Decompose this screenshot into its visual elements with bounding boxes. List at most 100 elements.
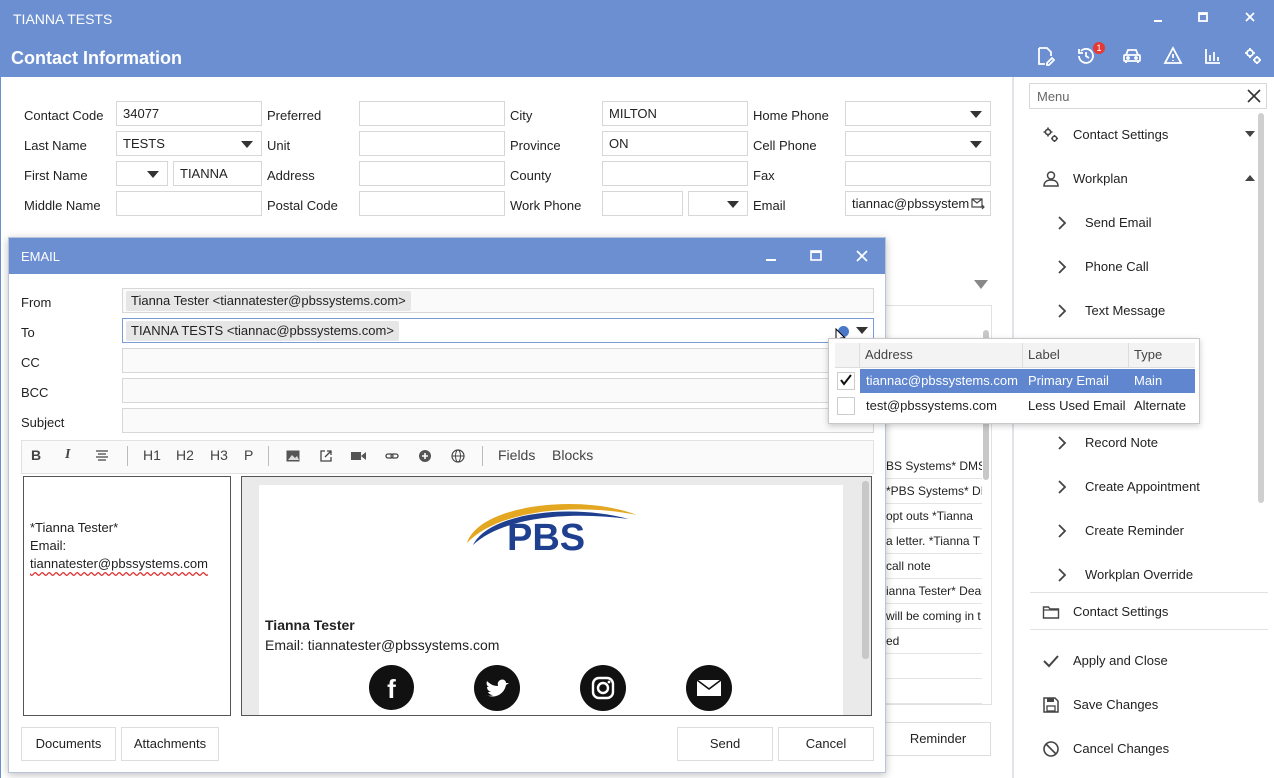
- menu-item-phone-call[interactable]: Phone Call: [1030, 252, 1255, 282]
- bold-button[interactable]: B: [31, 447, 41, 467]
- menu-scrollbar[interactable]: [1258, 113, 1264, 503]
- menu-item-send-email[interactable]: Send Email: [1030, 208, 1255, 238]
- activity-row[interactable]: will be coming in t: [886, 604, 982, 629]
- postal-code-field[interactable]: [359, 191, 505, 216]
- alerts-button[interactable]: [1163, 46, 1187, 70]
- fax-field[interactable]: [845, 161, 991, 186]
- reminder-button[interactable]: Reminder: [885, 722, 991, 756]
- add-circle-icon[interactable]: [418, 449, 432, 463]
- caret-down-icon[interactable]: [1245, 131, 1255, 137]
- unit-field[interactable]: [359, 131, 505, 156]
- activity-row[interactable]: [886, 679, 982, 704]
- dialog-minimize-icon[interactable]: [765, 250, 777, 262]
- caret-up-icon[interactable]: [1245, 175, 1255, 181]
- dialog-close-icon[interactable]: [856, 250, 868, 262]
- menu-search[interactable]: Menu: [1029, 83, 1267, 109]
- city-field[interactable]: MILTON: [602, 101, 748, 126]
- activity-row[interactable]: opt outs *Tianna: [886, 504, 982, 529]
- first-name-field[interactable]: TIANNA: [173, 161, 262, 186]
- activity-row[interactable]: ianna Tester* Deal: [886, 579, 982, 604]
- h1-button[interactable]: H1: [143, 447, 161, 467]
- menu-item-cancel-changes[interactable]: Cancel Changes: [1030, 734, 1255, 764]
- menu-item-create-reminder[interactable]: Create Reminder: [1030, 516, 1255, 546]
- home-phone-field[interactable]: [845, 101, 991, 126]
- facebook-icon[interactable]: f: [369, 665, 414, 710]
- blocks-button[interactable]: Blocks: [552, 447, 593, 467]
- image-icon[interactable]: [286, 450, 300, 462]
- menu-item-record-note[interactable]: Record Note: [1030, 428, 1255, 458]
- menu-item-create-appointment[interactable]: Create Appointment: [1030, 472, 1255, 502]
- from-field[interactable]: Tianna Tester <tiannatester@pbssystems.c…: [122, 288, 874, 313]
- to-dropdown-icon[interactable]: [855, 326, 869, 336]
- activity-row[interactable]: ed: [886, 629, 982, 654]
- link-icon[interactable]: [385, 450, 399, 462]
- activity-row[interactable]: *PBS Systems* DM: [886, 479, 982, 504]
- external-link-icon[interactable]: [319, 449, 333, 463]
- send-button[interactable]: Send: [677, 727, 773, 761]
- menu-item-contact-settings[interactable]: Contact Settings: [1030, 597, 1255, 627]
- menu-item-apply-and-close[interactable]: Apply and Close: [1030, 646, 1255, 676]
- reports-button[interactable]: [1203, 46, 1227, 70]
- send-mail-icon[interactable]: [971, 196, 985, 210]
- menu-item-workplan[interactable]: Workplan: [1030, 164, 1255, 194]
- menu-item-text-message[interactable]: Text Message: [1030, 296, 1255, 326]
- maximize-button[interactable]: [1192, 8, 1214, 30]
- globe-icon[interactable]: [451, 449, 465, 463]
- vehicle-button[interactable]: [1122, 46, 1146, 70]
- work-phone-ext-select[interactable]: [688, 191, 748, 216]
- clear-search-icon[interactable]: [1247, 89, 1261, 103]
- address-row-checkbox[interactable]: [837, 397, 855, 415]
- settings-button[interactable]: [1243, 46, 1267, 70]
- video-icon[interactable]: [351, 451, 366, 461]
- h3-button[interactable]: H3: [210, 447, 228, 467]
- paragraph-button[interactable]: P: [244, 447, 253, 467]
- bcc-field[interactable]: [122, 378, 874, 403]
- to-field[interactable]: TIANNA TESTS <tiannac@pbssystems.com>: [122, 318, 874, 346]
- edit-document-button[interactable]: [1035, 46, 1059, 70]
- subject-field[interactable]: [122, 408, 874, 433]
- align-center-icon[interactable]: [95, 450, 109, 462]
- salutation-select[interactable]: [116, 161, 168, 186]
- dialog-maximize-icon[interactable]: [810, 250, 822, 262]
- province-field[interactable]: ON: [602, 131, 748, 156]
- menu-search-input[interactable]: Menu: [1037, 89, 1070, 104]
- twitter-icon[interactable]: [474, 665, 520, 711]
- address-field[interactable]: [359, 161, 505, 186]
- email-field[interactable]: tiannac@pbssystem: [845, 191, 991, 216]
- collapse-chevron-icon[interactable]: [974, 280, 988, 290]
- menu-item-save-changes[interactable]: Save Changes: [1030, 690, 1255, 720]
- county-field[interactable]: [602, 161, 748, 186]
- activity-row[interactable]: call note: [886, 554, 982, 579]
- preferred-field[interactable]: [359, 101, 505, 126]
- address-row-cells[interactable]: tiannac@pbssystems.com Primary Email Main: [860, 369, 1195, 393]
- attachments-button[interactable]: Attachments: [121, 727, 219, 761]
- menu-item-contact-settings[interactable]: Contact Settings: [1030, 120, 1255, 150]
- activity-row[interactable]: BS Systems* DMS: [886, 454, 982, 479]
- work-phone-field[interactable]: [602, 191, 683, 216]
- activity-row[interactable]: [886, 654, 982, 679]
- address-row[interactable]: tiannac@pbssystems.com Primary Email Main: [835, 369, 1195, 394]
- minimize-button[interactable]: [1147, 8, 1169, 30]
- fields-button[interactable]: Fields: [498, 447, 535, 467]
- h2-button[interactable]: H2: [176, 447, 194, 467]
- instagram-icon[interactable]: [580, 665, 626, 711]
- cc-field[interactable]: [122, 348, 874, 373]
- source-editor[interactable]: *Tianna Tester* Email: tiannatester@pbss…: [23, 476, 231, 716]
- mail-icon[interactable]: [686, 665, 732, 711]
- minimize-icon: [1154, 20, 1162, 22]
- italic-button[interactable]: I: [65, 447, 70, 467]
- activity-row[interactable]: a letter. *Tianna T: [886, 529, 982, 554]
- preview-scrollbar[interactable]: [862, 481, 869, 659]
- address-row[interactable]: test@pbssystems.com Less Used Email Altern…: [835, 394, 1195, 419]
- close-button[interactable]: [1239, 8, 1261, 30]
- address-row-checkbox[interactable]: [837, 372, 855, 390]
- address-row-cells[interactable]: test@pbssystems.com Less Used Email Altern…: [860, 394, 1195, 418]
- middle-name-field[interactable]: [116, 191, 262, 216]
- cell-phone-field[interactable]: [845, 131, 991, 156]
- last-name-field[interactable]: TESTS: [116, 131, 262, 156]
- to-chip[interactable]: TIANNA TESTS <tiannac@pbssystems.com>: [126, 321, 399, 341]
- documents-button[interactable]: Documents: [21, 727, 116, 761]
- menu-item-workplan-override[interactable]: Workplan Override: [1030, 560, 1255, 590]
- contact-code-field[interactable]: 34077: [116, 101, 262, 126]
- cancel-button[interactable]: Cancel: [778, 727, 874, 761]
